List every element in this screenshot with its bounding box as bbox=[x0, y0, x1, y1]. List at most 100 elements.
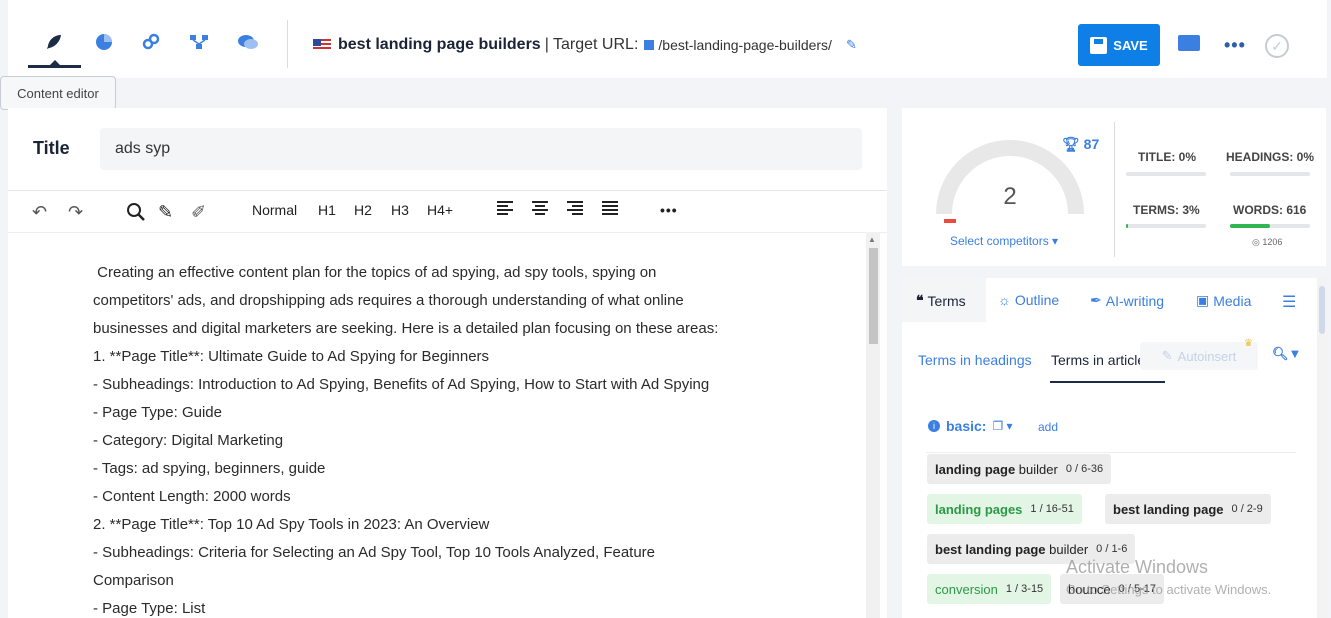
content-line: - Category: Digital Marketing bbox=[93, 432, 284, 449]
save-button[interactable]: SAVE bbox=[1078, 24, 1160, 66]
tab-media-label: Media bbox=[1213, 292, 1252, 309]
tab-outline-label: Outline bbox=[1014, 292, 1060, 308]
content-editor-tooltip: Content editor bbox=[0, 76, 116, 110]
content-line: 2. **Page Title**: Top 10 Ad Spy Tools i… bbox=[93, 516, 490, 533]
terms-progress-bar bbox=[1126, 224, 1206, 228]
target-url-label: | Target URL: bbox=[544, 36, 639, 53]
words-target-value: 1206 bbox=[1262, 237, 1283, 247]
more-formatting-icon[interactable]: ••• bbox=[660, 202, 678, 218]
floppy-disk-icon bbox=[1090, 36, 1108, 54]
term-suffix: builder bbox=[1015, 461, 1058, 477]
h4-button[interactable]: H4+ bbox=[427, 202, 453, 218]
save-label: SAVE bbox=[1113, 37, 1148, 53]
external-link-icon bbox=[644, 40, 655, 50]
align-center-icon[interactable] bbox=[531, 200, 549, 221]
copy-icon[interactable]: ❐ ▾ bbox=[992, 419, 1012, 433]
align-left-icon[interactable] bbox=[496, 200, 514, 221]
autoinsert-button[interactable]: ✎ Autoinsert bbox=[1140, 342, 1258, 370]
content-line: - Page Type: List bbox=[93, 600, 206, 617]
tab-outline[interactable]: ☼ Outline bbox=[998, 292, 1059, 308]
windows-activation-watermark: Activate Windows bbox=[1066, 557, 1209, 577]
title-input[interactable] bbox=[100, 128, 862, 170]
term-chip[interactable]: conversion 1 / 3-15 bbox=[927, 574, 1052, 604]
more-options-icon[interactable]: ••• bbox=[1224, 35, 1246, 56]
folder-icon[interactable] bbox=[1178, 35, 1200, 51]
normal-style-button[interactable]: Normal bbox=[252, 202, 297, 218]
tab-terms-label: Terms bbox=[927, 292, 966, 309]
title-progress-bar bbox=[1126, 172, 1206, 176]
us-flag-icon bbox=[313, 39, 331, 51]
align-justify-icon[interactable] bbox=[601, 200, 619, 221]
info-icon[interactable]: i bbox=[928, 420, 940, 432]
lightbulb-icon: ☼ bbox=[998, 292, 1011, 308]
select-competitors-link[interactable]: Select competitors ▾ bbox=[950, 234, 1058, 248]
content-line: businesses and digital marketers are see… bbox=[93, 320, 719, 337]
term-text: best landing page bbox=[935, 541, 1046, 557]
undo-icon[interactable]: ↶ bbox=[32, 202, 47, 223]
tab-terms[interactable]: ❝ Terms bbox=[916, 292, 966, 309]
content-line: - Page Type: Guide bbox=[93, 404, 222, 421]
h1-button[interactable]: H1 bbox=[318, 202, 336, 218]
sitemap-icon bbox=[190, 35, 208, 49]
words-progress-fill bbox=[1230, 224, 1270, 228]
gauge-value: 2 bbox=[1003, 183, 1017, 210]
terms-metric: TERMS: 3% bbox=[1133, 203, 1200, 217]
term-count: 1 / 3-15 bbox=[1005, 583, 1044, 595]
content-line: - Tags: ad spying, beginners, guide bbox=[93, 460, 326, 477]
term-chip[interactable]: landing page builder 0 / 6-36 bbox=[927, 454, 1112, 484]
tab-ai-writing[interactable]: ✒ AI-writing bbox=[1090, 292, 1164, 309]
target-icon: ◎ bbox=[1252, 237, 1260, 247]
scroll-up-arrow-icon[interactable]: ▲ bbox=[868, 235, 876, 244]
active-subtab-underline bbox=[1050, 381, 1165, 383]
editor-content[interactable]: Creating an effective content plan for t… bbox=[93, 259, 813, 618]
structure-tab[interactable] bbox=[187, 30, 211, 54]
active-tab-underline bbox=[28, 65, 81, 68]
content-line: 1. **Page Title**: Ultimate Guide to Ad … bbox=[93, 348, 490, 365]
term-text: conversion bbox=[935, 581, 998, 597]
term-count: 1 / 16-51 bbox=[1030, 503, 1074, 515]
editor-scrollbar-thumb[interactable] bbox=[869, 248, 878, 344]
format-toolbar: ↶ ↷ ✎ ✐ Normal H1 H2 H3 H4+ ••• bbox=[8, 196, 887, 232]
term-count: 0 / 1-6 bbox=[1096, 543, 1128, 555]
content-editor-tab[interactable] bbox=[42, 30, 66, 54]
trophy-icon: 🏆︎ bbox=[1062, 136, 1080, 152]
tab-terms-in-article[interactable]: Terms in article bbox=[1051, 352, 1145, 368]
content-line: Comparison bbox=[93, 572, 174, 589]
pen-icon[interactable]: ✐ bbox=[191, 202, 206, 223]
divider bbox=[1114, 122, 1115, 257]
term-chip[interactable]: landing pages 1 / 16-51 bbox=[927, 494, 1082, 524]
redo-icon[interactable]: ↷ bbox=[68, 202, 83, 223]
tab-media[interactable]: ▣ Media bbox=[1196, 292, 1251, 309]
content-line: - Subheadings: Criteria for Selecting an… bbox=[93, 544, 656, 561]
divider bbox=[926, 452, 1296, 453]
align-right-icon[interactable] bbox=[566, 200, 584, 221]
autoinsert-label: Autoinsert bbox=[1177, 348, 1237, 364]
feather-icon bbox=[47, 35, 61, 49]
h2-button[interactable]: H2 bbox=[354, 202, 372, 218]
term-chip[interactable]: best landing page 0 / 2-9 bbox=[1105, 494, 1271, 524]
pie-chart-icon bbox=[96, 34, 112, 50]
check-circle-icon[interactable]: ✓ bbox=[1265, 34, 1289, 58]
content-line: competitors' ads, and dropshipping ads r… bbox=[93, 292, 684, 309]
edit-icon[interactable]: ✎ bbox=[846, 37, 857, 53]
h3-button[interactable]: H3 bbox=[391, 202, 409, 218]
links-tab[interactable] bbox=[139, 30, 163, 54]
divider bbox=[8, 190, 887, 191]
search-filter-icon[interactable]: 🔍︎▼ bbox=[1272, 346, 1301, 362]
magic-wand-icon: ✎ bbox=[1161, 348, 1173, 363]
target-url[interactable]: /best-landing-page-builders/ bbox=[658, 37, 832, 53]
comments-tab[interactable] bbox=[236, 30, 260, 54]
link-icon bbox=[142, 33, 160, 50]
chart-tab[interactable] bbox=[92, 30, 116, 54]
add-term-link[interactable]: add bbox=[1038, 420, 1058, 434]
divider bbox=[8, 232, 887, 233]
sliders-icon[interactable]: ☰ bbox=[1282, 292, 1296, 312]
highlighter-icon[interactable]: ✎ bbox=[158, 202, 173, 223]
pen-nib-icon: ✒ bbox=[1090, 292, 1102, 308]
content-line: Creating an effective content plan for t… bbox=[93, 264, 657, 281]
search-icon[interactable] bbox=[126, 202, 146, 227]
tab-terms-in-headings[interactable]: Terms in headings bbox=[918, 352, 1032, 368]
basic-label: basic: bbox=[946, 418, 987, 434]
terms-scrollbar-thumb[interactable] bbox=[1319, 286, 1325, 334]
image-icon: ▣ bbox=[1196, 292, 1210, 308]
